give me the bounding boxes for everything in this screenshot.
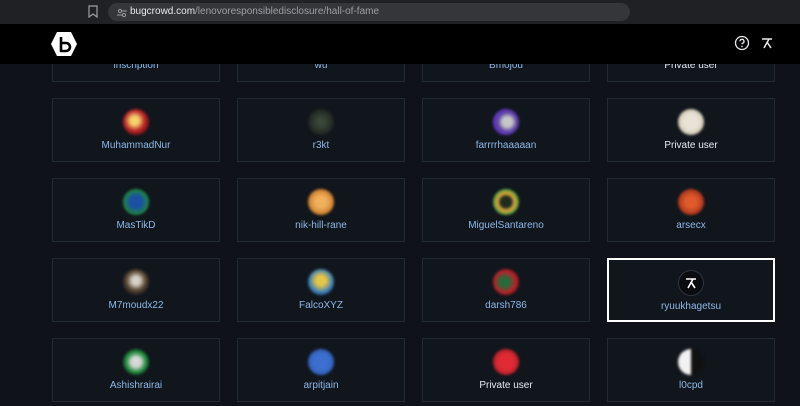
researcher-avatar[interactable] — [123, 109, 149, 135]
researcher-avatar[interactable] — [678, 109, 704, 135]
researcher-card[interactable]: farrrrhaaaaan — [422, 98, 590, 162]
researcher-name[interactable]: arpitjain — [238, 380, 404, 391]
researcher-card[interactable]: ryuukhagetsu — [607, 258, 775, 322]
researcher-name[interactable]: Ashishrairai — [53, 380, 219, 391]
researcher-name[interactable]: arsecx — [608, 220, 774, 231]
researcher-avatar[interactable] — [308, 109, 334, 135]
researcher-name[interactable]: farrrrhaaaaan — [423, 140, 589, 151]
researcher-card[interactable]: Bmojou — [422, 64, 590, 82]
browser-toolbar: bugcrowd.com/lenovoresponsibledisclosure… — [0, 0, 800, 24]
site-header — [0, 24, 800, 64]
researcher-name: Private user — [664, 140, 718, 151]
researcher-name[interactable]: M7moudx22 — [53, 300, 219, 311]
researcher-card[interactable]: Ashishrairai — [52, 338, 220, 402]
researcher-name: Private user — [664, 64, 718, 71]
researcher-name[interactable]: inscription — [53, 64, 219, 71]
researcher-avatar[interactable] — [123, 349, 149, 375]
researcher-avatar[interactable] — [493, 109, 519, 135]
researcher-avatar[interactable] — [123, 189, 149, 215]
researcher-card[interactable]: r3kt — [237, 98, 405, 162]
researcher-name[interactable]: MasTikD — [53, 220, 219, 231]
researcher-avatar[interactable] — [678, 270, 704, 296]
researcher-card[interactable]: Private user — [607, 64, 775, 82]
researcher-card[interactable]: MiguelSantareno — [422, 178, 590, 242]
researcher-name[interactable]: l0cpd — [608, 380, 774, 391]
researcher-card[interactable]: arsecx — [607, 178, 775, 242]
researcher-name[interactable]: darsh786 — [423, 300, 589, 311]
researcher-card[interactable]: Private user — [422, 338, 590, 402]
researcher-avatar[interactable] — [308, 269, 334, 295]
researcher-name: Private user — [479, 380, 533, 391]
researcher-avatar[interactable] — [493, 269, 519, 295]
researcher-name[interactable]: Bmojou — [423, 64, 589, 71]
researcher-card[interactable]: darsh786 — [422, 258, 590, 322]
researcher-avatar[interactable] — [678, 189, 704, 215]
researcher-grid: inscription wu Bmojou Private user MuhammadN… — [52, 64, 775, 402]
researcher-name[interactable]: ryuukhagetsu — [609, 301, 773, 312]
url-domain: bugcrowd.com — [130, 6, 196, 17]
address-bar[interactable]: bugcrowd.com/lenovoresponsibledisclosure… — [108, 3, 630, 21]
researcher-card[interactable]: M7moudx22 — [52, 258, 220, 322]
researcher-card[interactable]: Private user — [607, 98, 775, 162]
bugcrowd-logo-icon[interactable] — [50, 31, 78, 57]
site-info-icon[interactable] — [116, 6, 128, 18]
researcher-card[interactable]: MuhammadNur — [52, 98, 220, 162]
researcher-avatar[interactable] — [308, 189, 334, 215]
researcher-avatar[interactable] — [308, 349, 334, 375]
help-icon[interactable] — [734, 35, 750, 51]
researcher-name[interactable]: nik-hill-rane — [238, 220, 404, 231]
researcher-avatar[interactable] — [493, 189, 519, 215]
researcher-avatar[interactable] — [123, 269, 149, 295]
researcher-avatar[interactable] — [493, 349, 519, 375]
user-avatar-icon[interactable] — [760, 36, 774, 50]
researcher-card[interactable]: FalcoXYZ — [237, 258, 405, 322]
researcher-card[interactable]: wu — [237, 64, 405, 82]
researcher-card[interactable]: arpitjain — [237, 338, 405, 402]
bookmark-icon[interactable] — [88, 5, 98, 19]
url-text: bugcrowd.com/lenovoresponsibledisclosure… — [130, 5, 379, 19]
researcher-name[interactable]: r3kt — [238, 140, 404, 151]
researcher-name[interactable]: MuhammadNur — [53, 140, 219, 151]
hall-of-fame-content: inscription wu Bmojou Private user MuhammadN… — [0, 64, 800, 406]
researcher-name[interactable]: wu — [238, 64, 404, 71]
researcher-name[interactable]: MiguelSantareno — [423, 220, 589, 231]
researcher-card[interactable]: MasTikD — [52, 178, 220, 242]
researcher-avatar[interactable] — [678, 349, 704, 375]
researcher-name[interactable]: FalcoXYZ — [238, 300, 404, 311]
researcher-card[interactable]: inscription — [52, 64, 220, 82]
researcher-card[interactable]: nik-hill-rane — [237, 178, 405, 242]
researcher-card[interactable]: l0cpd — [607, 338, 775, 402]
url-path: /lenovoresponsibledisclosure/hall-of-fam… — [195, 6, 380, 17]
